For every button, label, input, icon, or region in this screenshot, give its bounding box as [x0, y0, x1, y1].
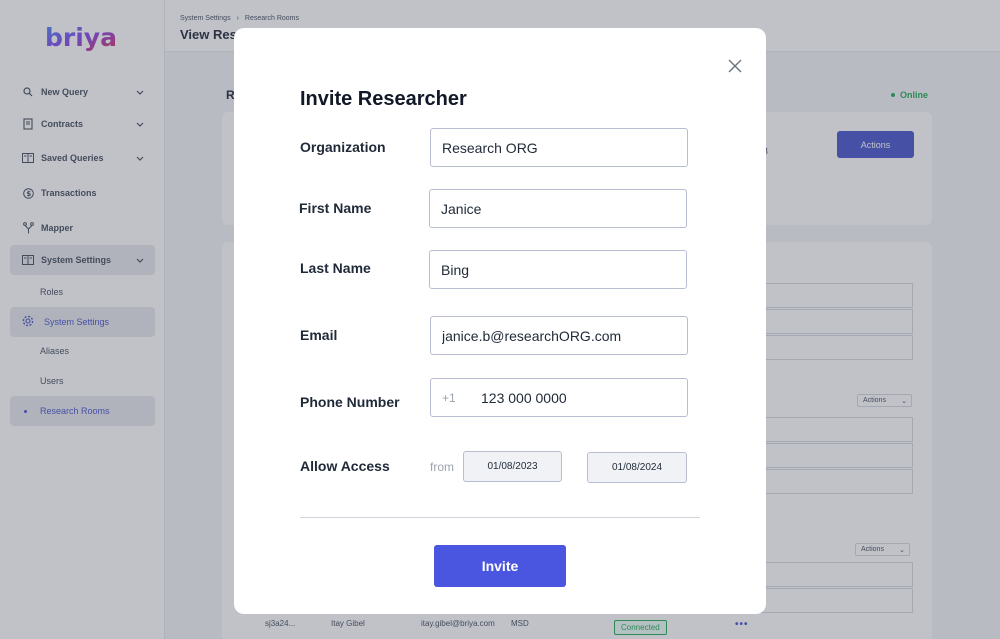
email-label: Email — [300, 327, 338, 343]
first-name-field[interactable] — [429, 189, 687, 228]
last-name-label: Last Name — [300, 260, 371, 276]
divider — [300, 517, 700, 518]
first-name-label: First Name — [299, 200, 372, 216]
from-label: from — [430, 460, 454, 474]
organization-field[interactable] — [430, 128, 688, 167]
start-date-field[interactable]: 01/08/2023 — [463, 451, 562, 482]
organization-label: Organization — [300, 139, 386, 155]
invite-button[interactable]: Invite — [434, 545, 566, 587]
invite-researcher-modal: Invite Researcher Organization First Nam… — [234, 28, 766, 614]
close-icon[interactable] — [727, 58, 743, 74]
allow-access-label: Allow Access — [300, 458, 390, 474]
modal-title: Invite Researcher — [300, 88, 467, 110]
phone-field[interactable] — [430, 378, 688, 417]
phone-label: Phone Number — [300, 394, 400, 410]
phone-prefix: +1 — [442, 391, 456, 405]
last-name-field[interactable] — [429, 250, 687, 289]
end-date-field[interactable]: 01/08/2024 — [587, 452, 687, 483]
email-field[interactable] — [430, 316, 688, 355]
